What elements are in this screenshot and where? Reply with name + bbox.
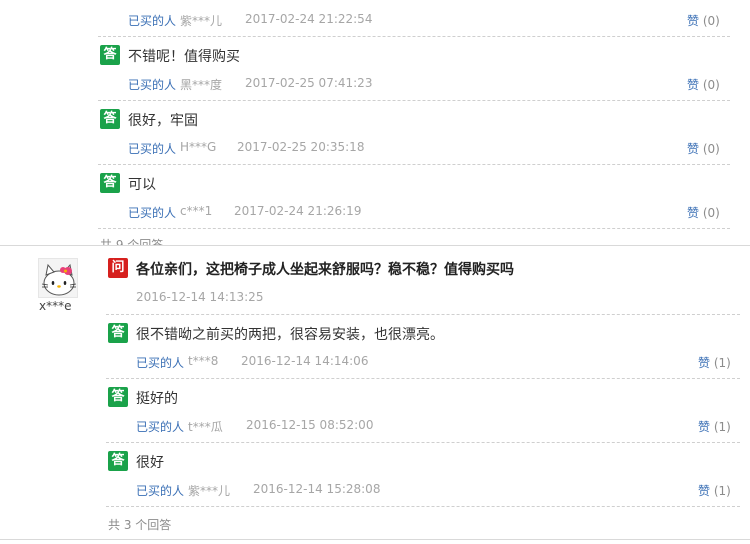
answer-user: 黑***度 [180,78,223,92]
answer-user: t***8 [188,354,219,368]
divider [98,36,730,37]
like-label: 赞 [698,356,711,370]
divider [98,164,730,165]
buyer-label[interactable]: 已买的人 [128,204,176,221]
answer-total[interactable]: 共 3 个回答 [108,516,171,533]
question-badge: 问 [108,258,128,278]
answer-text: 很好 [136,455,164,471]
buyer-label[interactable]: 已买的人 [136,354,184,371]
buyer-label[interactable]: 已买的人 [128,12,176,29]
like-count: (0) [702,14,720,28]
answer-time: 2016-12-14 15:28:08 [253,482,381,496]
like-button[interactable]: 赞 (0) [687,204,720,221]
answer-text: 很不错呦之前买的两把，很容易安装，也很漂亮。 [136,327,444,343]
answer-text: 可以 [128,177,156,193]
like-label: 赞 [687,206,700,220]
question-text[interactable]: 各位亲们，这把椅子成人坐起来舒服吗？稳不稳？值得购买吗 [136,259,514,279]
buyer-label[interactable]: 已买的人 [136,482,184,499]
divider [106,378,740,379]
like-button[interactable]: 赞 (1) [698,482,731,499]
answer-user: 紫***儿 [188,484,231,498]
asker-name[interactable]: x***e [39,299,71,313]
answer-badge: 答 [100,173,120,193]
divider [106,506,740,507]
answer-user: c***1 [180,204,213,218]
buyer-label[interactable]: 已买的人 [136,418,184,435]
answer-time: 2016-12-15 08:52:00 [246,418,374,432]
like-button[interactable]: 赞 (0) [687,76,720,93]
like-count: (0) [702,78,720,92]
answer-user: H***G [180,140,217,154]
answer-badge: 答 [108,387,128,407]
group-separator [0,245,750,246]
answer-user: t***瓜 [188,420,223,434]
like-count: (1) [713,420,731,434]
answer-time: 2017-02-24 21:26:19 [234,204,362,218]
like-label: 赞 [698,420,711,434]
divider [106,442,740,443]
answer-time: 2017-02-25 20:35:18 [237,140,365,154]
buyer-label[interactable]: 已买的人 [128,76,176,93]
answer-text: 不错呢！值得购买 [128,49,240,65]
answer-time: 2017-02-25 07:41:23 [245,76,373,90]
answer-text: 挺好的 [136,391,178,407]
answer-badge: 答 [100,109,120,129]
answer-text: 很好，牢固 [128,113,198,129]
question-time: 2016-12-14 14:13:25 [136,290,264,304]
answer-badge: 答 [108,323,128,343]
divider [98,228,730,229]
like-button[interactable]: 赞 (1) [698,354,731,371]
like-button[interactable]: 赞 (0) [687,12,720,29]
buyer-label[interactable]: 已买的人 [128,140,176,157]
like-label: 赞 [687,78,700,92]
like-label: 赞 [698,484,711,498]
like-count: (1) [713,484,731,498]
like-label: 赞 [687,142,700,156]
like-count: (0) [702,142,720,156]
divider [106,314,740,315]
hello-kitty-avatar[interactable] [38,258,78,298]
like-count: (1) [713,356,731,370]
answer-badge: 答 [108,451,128,471]
group-separator [0,539,750,540]
like-label: 赞 [687,14,700,28]
divider [98,100,730,101]
answer-total-wrap: 共 9 个回答 [100,236,163,245]
answer-total[interactable]: 共 9 个回答 [100,236,163,245]
answer-time: 2017-02-24 21:22:54 [245,12,373,26]
hello-kitty-icon [41,263,77,296]
like-button[interactable]: 赞 (0) [687,140,720,157]
like-button[interactable]: 赞 (1) [698,418,731,435]
like-count: (0) [702,206,720,220]
answer-time: 2016-12-14 14:14:06 [241,354,369,368]
answer-user: 紫***儿 [180,14,223,28]
answer-badge: 答 [100,45,120,65]
